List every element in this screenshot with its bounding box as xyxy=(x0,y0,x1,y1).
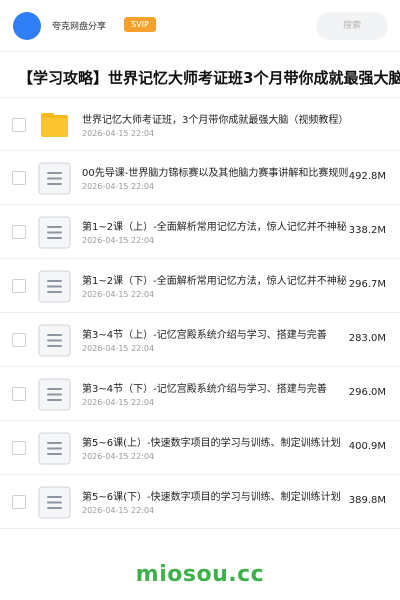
select-checkbox[interactable] xyxy=(12,495,26,509)
folder-icon xyxy=(38,109,71,142)
document-icon xyxy=(38,486,71,519)
file-name: 世界记忆大师考证班，3个月带你成就最强大脑（视频教程） xyxy=(82,115,349,126)
select-checkbox[interactable] xyxy=(12,118,26,132)
select-checkbox[interactable] xyxy=(12,333,26,347)
page-title: 【学习攻略】世界记忆大师考证班3个月带你成就最强大脑 xyxy=(18,69,400,87)
document-icon xyxy=(38,216,71,249)
file-row[interactable]: 第3~4节（下）-记忆宫殿系统介绍与学习、搭建与完善 2026-04-15 22:… xyxy=(0,367,400,421)
document-icon xyxy=(38,270,71,303)
file-row[interactable]: 世界记忆大师考证班，3个月带你成就最强大脑（视频教程） 2026-04-15 22… xyxy=(0,97,400,151)
document-icon xyxy=(38,432,71,465)
file-row[interactable]: 第5~6课(上）-快速数字项目的学习与训练、制定训练计划 2026-04-15 2… xyxy=(0,421,400,475)
document-icon xyxy=(38,324,71,357)
document-icon xyxy=(38,378,71,411)
file-row[interactable]: 第1~2课（上）-全面解析常用记忆方法，惊人记忆并不神秘 2026-04-15 2… xyxy=(0,205,400,259)
select-checkbox[interactable] xyxy=(12,279,26,293)
file-name: 第5~6课(上）-快速数字项目的学习与训练、制定训练计划 xyxy=(82,438,341,449)
file-row[interactable]: 00先导课-世界脑力锦标赛以及其他脑力赛事讲解和比赛规则 2026-04-15 2… xyxy=(0,151,400,205)
file-row[interactable]: 第1~2课（下）-全面解析常用记忆方法，惊人记忆并不神秘 2026-04-15 2… xyxy=(0,259,400,313)
select-checkbox[interactable] xyxy=(12,171,26,185)
file-row[interactable]: 第3~4节（上）-记忆宫殿系统介绍与学习、搭建与完善 2026-04-15 22:… xyxy=(0,313,400,367)
file-size: 296.0M xyxy=(348,387,386,398)
file-size: 338.2M xyxy=(348,225,386,236)
file-date: 2026-04-15 22:04 xyxy=(82,129,155,138)
search-input[interactable]: 搜索 xyxy=(316,12,388,40)
file-size: 400.9M xyxy=(348,441,386,452)
file-size: 492.8M xyxy=(348,171,386,182)
file-date: 2026-04-15 22:04 xyxy=(82,344,155,353)
file-size: 296.7M xyxy=(348,279,386,290)
file-size: 283.0M xyxy=(348,333,386,344)
file-date: 2026-04-15 22:04 xyxy=(82,398,155,407)
select-checkbox[interactable] xyxy=(12,441,26,455)
file-row[interactable]: 第5~6课(下）-快速数字项目的学习与训练、制定训练计划 2026-04-15 2… xyxy=(0,475,400,529)
file-date: 2026-04-15 22:04 xyxy=(82,236,155,245)
document-icon xyxy=(38,162,71,195)
file-name: 第1~2课（下）-全面解析常用记忆方法，惊人记忆并不神秘 xyxy=(82,276,347,287)
file-list: 世界记忆大师考证班，3个月带你成就最强大脑（视频教程） 2026-04-15 22… xyxy=(0,97,400,529)
file-date: 2026-04-15 22:04 xyxy=(82,182,155,191)
file-date: 2026-04-15 22:04 xyxy=(82,290,155,299)
file-name: 00先导课-世界脑力锦标赛以及其他脑力赛事讲解和比赛规则 xyxy=(82,168,349,179)
file-name: 第1~2课（上）-全面解析常用记忆方法，惊人记忆并不神秘 xyxy=(82,222,347,233)
file-name: 第5~6课(下）-快速数字项目的学习与训练、制定训练计划 xyxy=(82,492,341,503)
file-date: 2026-04-15 22:04 xyxy=(82,452,155,461)
watermark: miosou.cc xyxy=(135,562,265,587)
svip-badge: SVIP xyxy=(124,17,156,32)
app-header: 夸克网盘分享 SVIP 搜索 xyxy=(0,0,400,52)
select-checkbox[interactable] xyxy=(12,387,26,401)
avatar[interactable] xyxy=(13,12,41,40)
sharer-name: 夸克网盘分享 xyxy=(52,22,107,32)
file-name: 第3~4节（上）-记忆宫殿系统介绍与学习、搭建与完善 xyxy=(82,330,327,341)
file-name: 第3~4节（下）-记忆宫殿系统介绍与学习、搭建与完善 xyxy=(82,384,327,395)
select-checkbox[interactable] xyxy=(12,225,26,239)
file-size: 389.8M xyxy=(348,495,386,506)
file-date: 2026-04-15 22:04 xyxy=(82,506,155,515)
